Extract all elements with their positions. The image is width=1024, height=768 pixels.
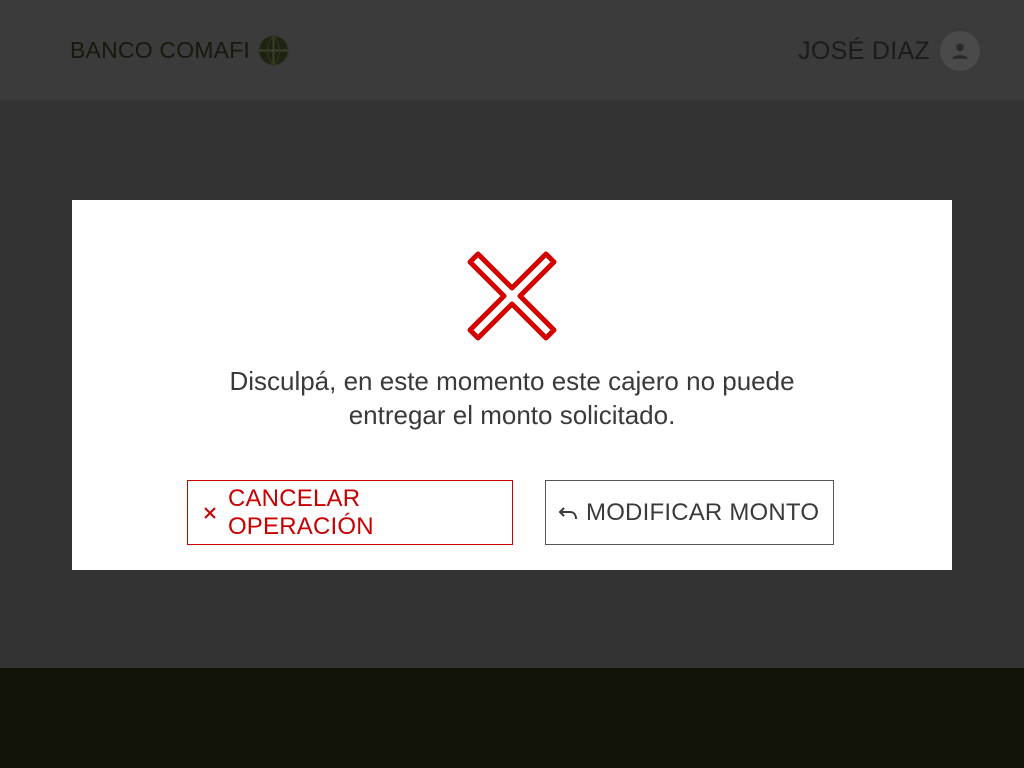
atm-screen: BANCO COMAFI JOSÉ DIAZ Disculpá, en este… — [0, 0, 1024, 768]
user-info: JOSÉ DIAZ — [798, 31, 980, 71]
modify-amount-button[interactable]: MODIFICAR MONTO — [545, 480, 834, 545]
globe-logo-icon — [258, 34, 289, 66]
bank-logo: BANCO COMAFI — [70, 33, 289, 67]
bank-name: BANCO COMAFI — [70, 36, 251, 63]
error-message-line-2: entregar el monto solicitado. — [348, 400, 676, 430]
error-x-icon — [464, 248, 560, 344]
person-icon — [940, 31, 980, 71]
error-dialog: Disculpá, en este momento este cajero no… — [72, 200, 952, 570]
close-icon — [200, 503, 220, 523]
user-name: JOSÉ DIAZ — [798, 36, 930, 65]
modify-amount-label: MODIFICAR MONTO — [586, 498, 820, 526]
cancel-operation-button[interactable]: CANCELAR OPERACIÓN — [187, 480, 513, 545]
cancel-operation-label: CANCELAR OPERACIÓN — [227, 484, 374, 540]
undo-icon — [558, 503, 578, 523]
header-bar: BANCO COMAFI JOSÉ DIAZ — [0, 0, 1024, 100]
footer-bar — [0, 668, 1024, 768]
error-message-line-1: Disculpá, en este momento este cajero no… — [229, 366, 795, 396]
error-message: Disculpá, en este momento este cajero no… — [72, 364, 952, 432]
